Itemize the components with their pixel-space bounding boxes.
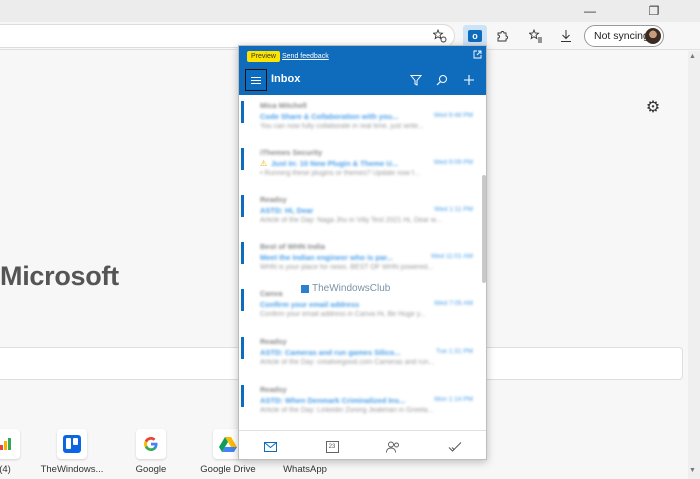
hamburger-icon <box>251 79 261 81</box>
list-item[interactable]: Best of WHN India Meet the Indian engine… <box>239 236 481 283</box>
quick-link-label: TheWindows... <box>40 464 104 475</box>
unread-indicator <box>241 101 244 123</box>
quick-link-label: Google Drive <box>200 464 256 475</box>
people-icon[interactable] <box>386 440 400 453</box>
minimize-icon[interactable]: — <box>568 0 612 22</box>
google-icon <box>136 429 166 459</box>
quick-link-tile[interactable]: Google <box>116 429 186 475</box>
new-message-icon[interactable] <box>462 73 476 87</box>
outlook-popup: Preview Send feedback Inbox Mica Mitchel… <box>238 45 487 460</box>
quick-link-label: WhatsApp <box>283 464 327 475</box>
watermark-logo-icon <box>301 284 309 293</box>
message-preview: Confirm your email address in Canva Hi, … <box>260 311 426 318</box>
outlook-extension-button[interactable]: o <box>463 25 487 47</box>
menu-button[interactable] <box>245 69 267 91</box>
unread-indicator <box>241 195 244 217</box>
extensions-icon[interactable] <box>492 26 512 46</box>
warning-icon: ⚠ <box>260 159 268 168</box>
page-title: Microsoft <box>0 261 119 291</box>
list-item[interactable]: Readsy ASTD: Cameras and run games Silic… <box>239 331 481 378</box>
calendar-day: 23 <box>328 443 336 450</box>
message-subject: Code Share & Collaboration with you... <box>260 112 399 121</box>
list-item[interactable]: Readsy ASTD: When Denmark Criminalized I… <box>239 379 481 426</box>
message-sender: Readsy <box>260 385 287 394</box>
popup-topbar: Preview Send feedback <box>239 46 486 66</box>
send-feedback-link[interactable]: Send feedback <box>282 51 329 62</box>
unread-indicator <box>241 337 244 359</box>
message-subject: Meet the Indian engineer who is par... <box>260 253 393 262</box>
message-subject: Confirm your email address <box>260 300 360 309</box>
quick-link-tile[interactable]: TheWindows... <box>37 429 107 475</box>
message-preview: WHN is your place for news. BEST OF WHN … <box>260 264 434 271</box>
calendar-icon[interactable]: 23 <box>325 440 339 453</box>
popup-footer-nav: 23 <box>239 430 486 459</box>
message-subject: ASTD: When Denmark Criminalized Ins... <box>260 396 406 405</box>
watermark-text: TheWindowsClub <box>312 283 391 294</box>
scroll-down-icon[interactable]: ▼ <box>689 467 696 474</box>
gear-icon[interactable]: ⚙ <box>643 97 663 117</box>
quick-link-tile[interactable]: (4) <box>0 429 40 475</box>
unread-indicator <box>241 385 244 407</box>
message-preview: You can now fully collaborate in real ti… <box>260 123 424 130</box>
reading-view-icon[interactable] <box>430 26 450 46</box>
app-icon <box>0 429 20 459</box>
mail-icon[interactable] <box>263 440 277 453</box>
unread-indicator <box>241 242 244 264</box>
unread-indicator <box>241 148 244 170</box>
sync-button[interactable]: Not syncing <box>584 25 664 47</box>
message-subject: ASTD: Hi, Dear <box>260 206 314 215</box>
message-sender: Mica Mitchell <box>260 101 307 110</box>
message-sender: Readsy <box>260 337 287 346</box>
preview-badge: Preview <box>247 51 280 62</box>
message-date: Wed 9:48 PM <box>433 112 473 119</box>
page-scrollbar[interactable] <box>688 51 700 479</box>
message-sender: Best of WHN India <box>260 242 325 251</box>
favorites-icon[interactable] <box>526 26 546 46</box>
quick-link-label: Google <box>135 464 167 475</box>
list-item[interactable]: iThemes Security ⚠ Just In: 10 New Plugi… <box>239 142 481 189</box>
search-icon[interactable] <box>435 73 449 87</box>
message-subject: ASTD: Cameras and run games Silico... <box>260 348 401 357</box>
message-preview: Article of the Day: creativegood.com Cam… <box>260 359 435 366</box>
folder-title: Inbox <box>271 73 301 85</box>
popout-icon[interactable] <box>473 50 482 61</box>
restore-icon[interactable]: ❐ <box>632 0 676 22</box>
watermark: TheWindowsClub <box>301 283 390 294</box>
message-sender: Canva <box>260 289 283 298</box>
quick-link-label: (4) <box>0 464 11 475</box>
message-sender: Readsy <box>260 195 287 204</box>
trello-icon <box>57 429 87 459</box>
downloads-icon[interactable] <box>556 26 576 46</box>
browser-titlebar: — ❐ <box>0 0 700 22</box>
outlook-extension-icon: o <box>468 30 482 42</box>
message-sender: iThemes Security <box>260 148 323 157</box>
scroll-up-icon[interactable]: ▲ <box>689 53 696 60</box>
message-list[interactable]: Mica Mitchell Code Share & Collaboration… <box>239 95 486 430</box>
message-preview: Article of the Day: Linkedin Zoning Jeal… <box>260 407 434 414</box>
todo-icon[interactable] <box>448 440 462 453</box>
sync-label: Not syncing <box>594 30 649 42</box>
message-preview: Article of the Day: Naga Jhu in Villy Te… <box>260 217 442 224</box>
message-date: Wed 9:09 PM <box>433 159 473 166</box>
list-item[interactable]: Mica Mitchell Code Share & Collaboration… <box>239 95 481 142</box>
message-date: Tue 1:31 PM <box>436 348 473 355</box>
message-subject: Just In: 10 New Plugin & Theme U... <box>271 159 399 168</box>
message-date: Wed 7:05 AM <box>434 300 473 307</box>
list-scrollbar[interactable] <box>482 175 486 283</box>
filter-icon[interactable] <box>409 73 423 87</box>
popup-header: Inbox <box>239 66 486 95</box>
message-date: Wed 11:01 AM <box>430 253 473 260</box>
list-item[interactable]: Readsy ASTD: Hi, Dear Wed 1:11 PM Articl… <box>239 189 481 236</box>
message-preview: • Running these plugins or themes? Updat… <box>260 170 420 177</box>
message-date: Wed 1:11 PM <box>434 206 473 213</box>
avatar <box>645 28 661 44</box>
unread-indicator <box>241 289 244 311</box>
message-date: Mon 1:14 PM <box>434 396 473 403</box>
